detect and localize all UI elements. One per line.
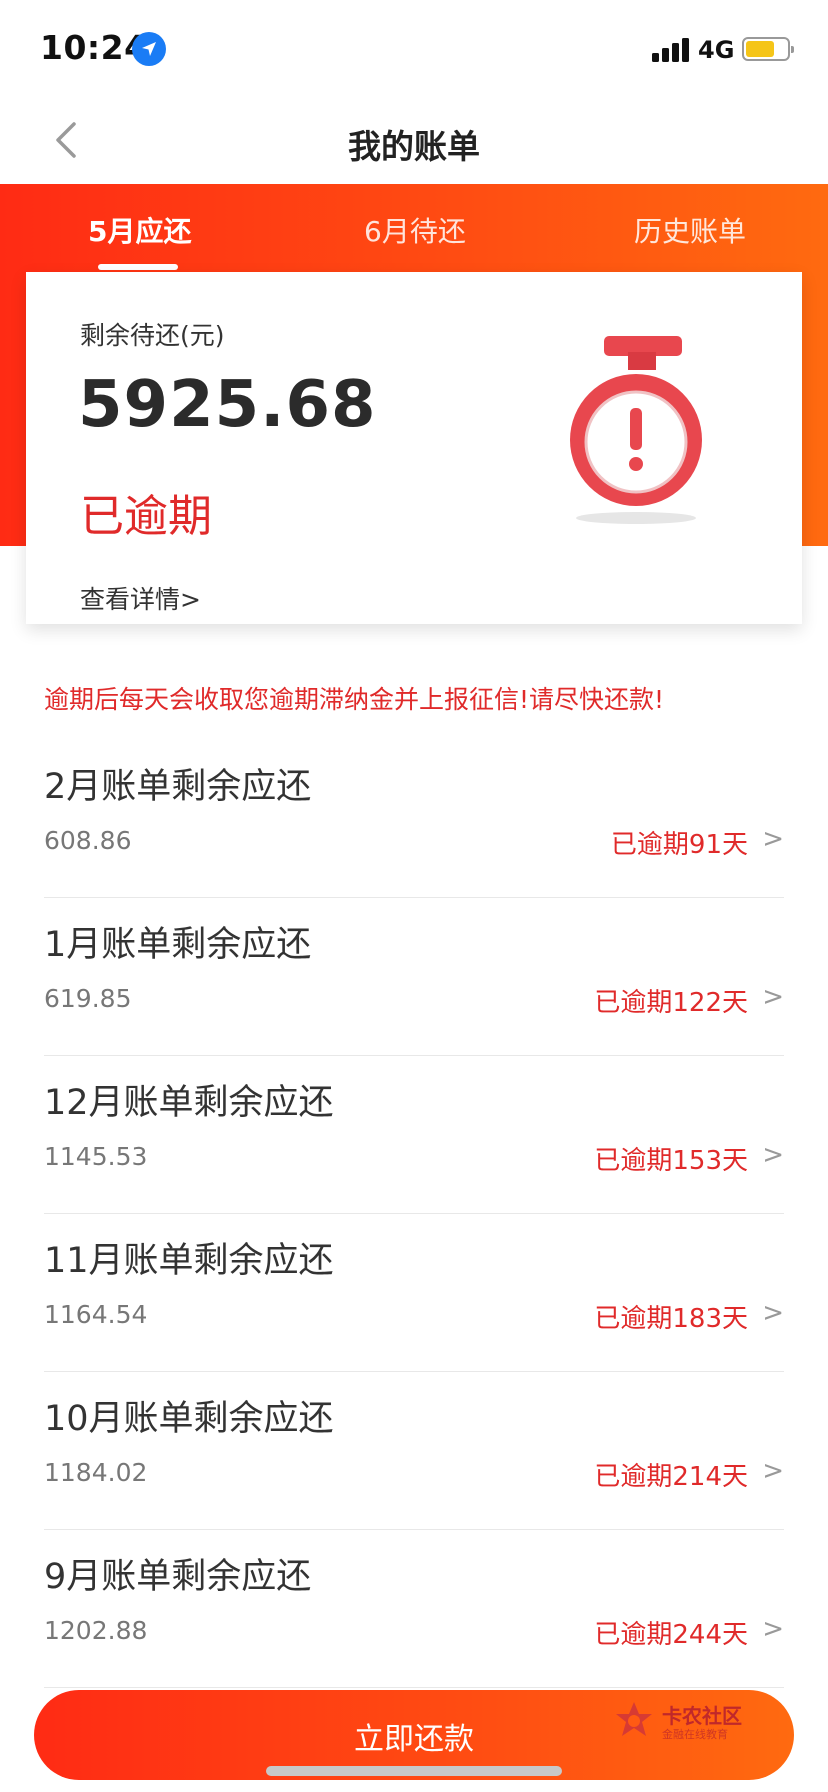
bill-overdue-days: 已逾期183天 (594, 1304, 748, 1334)
bill-title: 11月账单剩余应还 (44, 1241, 334, 1281)
bill-overdue-days: 已逾期122天 (594, 988, 748, 1018)
summary-card: 剩余待还(元) 5925.68 已逾期 查看详情> (26, 272, 802, 624)
status-bar: 10:24 4G (0, 0, 828, 96)
bill-title: 9月账单剩余应还 (44, 1557, 312, 1597)
bill-overdue-days: 已逾期91天 (610, 830, 748, 860)
bill-amount: 1145.53 (44, 1142, 148, 1171)
network-label: 4G (698, 36, 735, 64)
chevron-right-icon: > (762, 1456, 784, 1486)
bill-title: 2月账单剩余应还 (44, 767, 312, 807)
bill-overdue-days: 已逾期214天 (594, 1462, 748, 1492)
location-arrow-icon (132, 32, 166, 66)
nav-bar: 我的账单 (0, 96, 828, 184)
tab-may-due[interactable]: 5月应还 (88, 210, 191, 250)
bill-title: 10月账单剩余应还 (44, 1399, 334, 1439)
chevron-right-icon: > (762, 1614, 784, 1644)
chevron-right-icon: > (762, 982, 784, 1012)
chevron-right-icon: > (762, 1298, 784, 1328)
alarm-clock-warning-icon (570, 336, 702, 524)
bill-overdue-days: 已逾期153天 (594, 1146, 748, 1176)
bill-row[interactable]: 12月账单剩余应还 1145.53 已逾期153天 > (44, 1056, 784, 1214)
bill-row[interactable]: 1月账单剩余应还 619.85 已逾期122天 > (44, 898, 784, 1056)
signal-bars-icon (652, 36, 692, 62)
bill-page: 10:24 4G 我的账单 5月应还 6月待还 历史账单 剩余待还(元) 592… (0, 0, 828, 1792)
watermark-emblem-icon (616, 1702, 652, 1736)
chevron-right-icon: > (762, 824, 784, 854)
bill-title: 12月账单剩余应还 (44, 1083, 334, 1123)
chevron-right-icon: > (762, 1140, 784, 1170)
bill-title: 1月账单剩余应还 (44, 925, 312, 965)
watermark-name: 卡农社区 (662, 1704, 742, 1728)
bill-amount: 1164.54 (44, 1300, 148, 1329)
tab-june-pending[interactable]: 6月待还 (364, 210, 466, 250)
active-tab-indicator (98, 264, 178, 270)
bill-row[interactable]: 2月账单剩余应还 608.86 已逾期91天 > (44, 740, 784, 898)
watermark-subtitle: 金融在线教育 (662, 1728, 728, 1741)
remaining-label: 剩余待还(元) (80, 321, 225, 350)
watermark-logo: 卡农社区 金融在线教育 (612, 1698, 802, 1748)
battery-icon (742, 37, 794, 61)
bill-amount: 608.86 (44, 826, 132, 855)
bill-amount: 1184.02 (44, 1458, 148, 1487)
tab-bar: 5月应还 6月待还 历史账单 (0, 184, 828, 272)
bill-row[interactable]: 10月账单剩余应还 1184.02 已逾期214天 > (44, 1372, 784, 1530)
bill-amount: 1202.88 (44, 1616, 148, 1645)
overdue-warning: 逾期后每天会收取您逾期滞纳金并上报征信!请尽快还款! (44, 685, 665, 714)
bill-row[interactable]: 9月账单剩余应还 1202.88 已逾期244天 > (44, 1530, 784, 1688)
overdue-status: 已逾期 (80, 491, 212, 542)
bill-row[interactable]: 11月账单剩余应还 1164.54 已逾期183天 > (44, 1214, 784, 1372)
view-details-link[interactable]: 查看详情> (80, 580, 201, 616)
page-title: 我的账单 (348, 127, 480, 166)
bill-amount: 619.85 (44, 984, 132, 1013)
remaining-amount: 5925.68 (78, 368, 377, 442)
bill-overdue-days: 已逾期244天 (594, 1620, 748, 1650)
home-indicator (266, 1766, 562, 1776)
tab-history[interactable]: 历史账单 (634, 210, 746, 250)
